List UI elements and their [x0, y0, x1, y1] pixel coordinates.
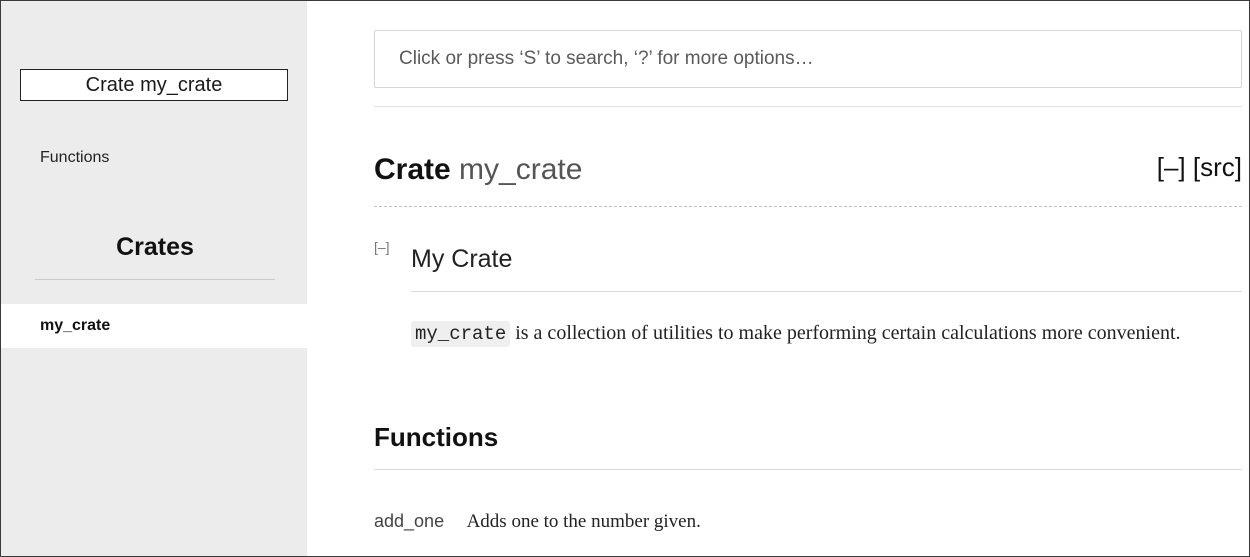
- function-description: Adds one to the number given.: [466, 511, 701, 532]
- collapse-all-toggle[interactable]: [–]: [1157, 152, 1186, 182]
- functions-section-heading: Functions: [374, 422, 499, 452]
- sidebar-item-functions[interactable]: Functions: [40, 149, 109, 167]
- divider: [374, 106, 1242, 107]
- divider: [374, 469, 1242, 470]
- sidebar-crate-label[interactable]: Crate my_crate: [20, 69, 288, 101]
- page-title-kind: Crate: [374, 153, 451, 186]
- sidebar: Crate my_crate Functions Crates my_crate: [1, 1, 307, 556]
- page-title-crate-name: my_crate: [459, 153, 583, 186]
- doc-collapse-toggle[interactable]: [–]: [374, 239, 390, 255]
- doc-paragraph: my_crate is a collection of utilities to…: [411, 318, 1241, 349]
- doc-heading: My Crate: [411, 245, 513, 273]
- src-link[interactable]: [src]: [1193, 152, 1242, 182]
- title-controls: [–] [src]: [1157, 152, 1242, 183]
- inline-code: my_crate: [411, 321, 511, 347]
- sidebar-crates-heading: Crates: [116, 233, 194, 261]
- divider: [35, 279, 275, 280]
- search-input[interactable]: [374, 30, 1242, 88]
- function-link-add-one[interactable]: add_one: [374, 511, 444, 531]
- function-row: add_one Adds one to the number given.: [374, 511, 701, 533]
- doc-text: is a collection of utilities to make per…: [515, 322, 1181, 344]
- page-title: Crate my_crate: [374, 153, 582, 187]
- divider: [411, 291, 1242, 292]
- divider: [374, 206, 1242, 207]
- sidebar-item-my-crate[interactable]: my_crate: [1, 304, 307, 348]
- rustdoc-page: Crate my_crate Functions Crates my_crate…: [0, 0, 1250, 557]
